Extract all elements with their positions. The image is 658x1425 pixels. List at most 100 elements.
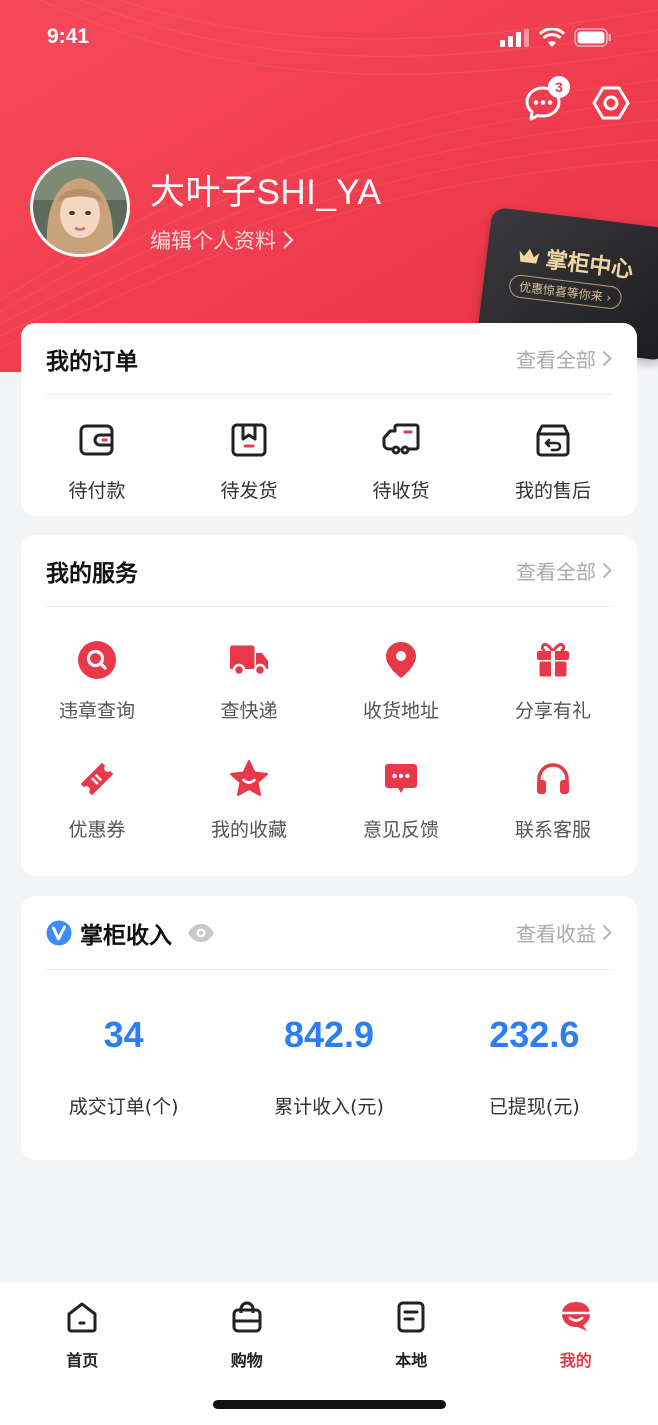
eye-icon[interactable] <box>186 922 216 944</box>
header-actions: 3 <box>524 76 630 122</box>
order-item-pending-shipment[interactable]: 待发货 <box>173 418 325 503</box>
stat-label: 累计收入(元) <box>274 1096 384 1118</box>
order-item-label: 我的售后 <box>514 480 591 502</box>
vip-card-subtitle-text: 优惠惊喜等你来 <box>518 279 604 304</box>
service-track-delivery[interactable]: 查快递 <box>173 638 325 723</box>
home-icon <box>67 1302 97 1333</box>
service-share-gift[interactable]: 分享有礼 <box>477 638 629 723</box>
order-item-pending-receipt[interactable]: 待收货 <box>325 418 477 503</box>
stat-value: 34 <box>103 1014 144 1055</box>
stat-withdrawn[interactable]: 232.6 已提现(元) <box>432 1014 637 1119</box>
service-customer-support[interactable]: 联系客服 <box>477 757 629 842</box>
truck-icon <box>382 423 420 455</box>
bottom-tab-bar: 首页 购物 本地 我的 <box>0 1283 658 1425</box>
stat-label: 成交订单(个) <box>68 1096 179 1118</box>
messages-button[interactable]: 3 <box>524 76 570 122</box>
income-view-earnings-link[interactable]: 查看收益 <box>516 918 612 947</box>
document-icon <box>397 1301 425 1333</box>
status-bar: 9:41 <box>0 0 658 80</box>
avatar[interactable] <box>30 157 130 257</box>
vip-card-title-text: 掌柜中心 <box>544 247 635 284</box>
stat-total-income[interactable]: 842.9 累计收入(元) <box>226 1014 431 1119</box>
search-icon <box>78 641 116 679</box>
orders-card: 我的订单 查看全部 待付款 待发货 待收货 我的售后 <box>21 323 637 516</box>
chevron-right-icon <box>283 231 294 249</box>
service-feedback[interactable]: 意见反馈 <box>325 757 477 842</box>
orders-view-all-label: 查看全部 <box>516 348 596 372</box>
battery-icon <box>574 28 611 47</box>
tab-label: 首页 <box>66 1351 99 1370</box>
feedback-icon <box>385 764 417 793</box>
services-title: 我的服务 <box>46 560 138 587</box>
status-icons <box>500 28 612 47</box>
service-label: 违章查询 <box>58 700 135 722</box>
income-title-group: 掌柜收入 <box>46 916 216 950</box>
service-favorites[interactable]: 我的收藏 <box>173 757 325 842</box>
signal-icon <box>500 28 529 47</box>
service-label: 我的收藏 <box>210 819 287 841</box>
service-label: 收货地址 <box>362 700 439 722</box>
orders-card-header: 我的订单 查看全部 <box>46 323 612 395</box>
profile-icon <box>561 1302 590 1331</box>
home-indicator[interactable] <box>213 1400 446 1409</box>
income-title: 掌柜收入 <box>80 922 172 949</box>
services-grid-row-1: 违章查询 查快递 收货地址 分享有礼 <box>21 638 637 723</box>
settings-hexagon-icon <box>592 86 630 120</box>
edit-profile-link[interactable]: 编辑个人资料 <box>150 225 294 255</box>
tab-home[interactable]: 首页 <box>0 1299 165 1371</box>
service-label: 联系客服 <box>514 819 591 841</box>
delivery-truck-icon <box>230 645 268 677</box>
order-item-label: 待发货 <box>220 480 278 502</box>
order-item-pending-payment[interactable]: 待付款 <box>21 418 173 503</box>
avatar-image <box>33 160 127 254</box>
service-label: 查快递 <box>220 700 278 722</box>
coupon-icon <box>80 762 114 796</box>
tab-profile[interactable]: 我的 <box>494 1299 658 1371</box>
income-card: 掌柜收入 查看收益 34 成交订单(个) 842.9 累计收入(元) 232.6… <box>21 896 637 1160</box>
chevron-right-icon <box>602 350 612 367</box>
orders-view-all-link[interactable]: 查看全部 <box>516 344 612 373</box>
chevron-right-icon <box>602 924 612 941</box>
gift-icon <box>537 643 569 677</box>
service-coupons[interactable]: 优惠券 <box>21 757 173 842</box>
services-grid-row-2: 优惠券 我的收藏 意见反馈 联系客服 <box>21 757 637 842</box>
service-label: 意见反馈 <box>362 819 439 841</box>
location-pin-icon <box>386 642 416 678</box>
wallet-icon <box>79 424 114 456</box>
stat-value: 842.9 <box>283 1014 375 1055</box>
services-card-header: 我的服务 查看全部 <box>46 535 612 607</box>
wifi-icon <box>539 28 565 47</box>
status-time: 9:41 <box>47 25 90 48</box>
crown-icon <box>519 248 540 264</box>
services-view-all-link[interactable]: 查看全部 <box>516 556 612 585</box>
income-stats: 34 成交订单(个) 842.9 累计收入(元) 232.6 已提现(元) <box>21 1014 637 1119</box>
tab-label: 本地 <box>395 1351 428 1370</box>
stat-orders[interactable]: 34 成交订单(个) <box>21 1014 226 1119</box>
income-view-earnings-label: 查看收益 <box>516 922 596 946</box>
verified-v-icon <box>46 920 72 945</box>
tab-local[interactable]: 本地 <box>329 1299 494 1371</box>
chevron-right-icon <box>602 562 612 579</box>
tab-shopping[interactable]: 购物 <box>165 1299 330 1371</box>
message-count-badge: 3 <box>548 76 570 98</box>
package-icon <box>231 423 267 457</box>
service-label: 优惠券 <box>68 819 126 841</box>
order-item-label: 待付款 <box>68 480 126 502</box>
service-violation-query[interactable]: 违章查询 <box>21 638 173 723</box>
order-item-after-sales[interactable]: 我的售后 <box>477 418 629 503</box>
edit-profile-label: 编辑个人资料 <box>150 229 276 253</box>
settings-button[interactable] <box>592 84 630 122</box>
service-label: 分享有礼 <box>514 700 591 722</box>
orders-grid: 待付款 待发货 待收货 我的售后 <box>21 418 637 503</box>
tab-label: 购物 <box>230 1351 263 1370</box>
stat-value: 232.6 <box>489 1014 580 1055</box>
stat-label: 已提现(元) <box>488 1096 580 1118</box>
username: 大叶子SHI_YA <box>150 173 382 212</box>
service-shipping-address[interactable]: 收货地址 <box>325 638 477 723</box>
services-view-all-label: 查看全部 <box>516 560 596 584</box>
tab-label: 我的 <box>559 1351 592 1370</box>
orders-title: 我的订单 <box>46 348 138 375</box>
services-card: 我的服务 查看全部 违章查询 查快递 收货地址 分享有礼 优惠券 我的收藏 意见… <box>21 535 637 876</box>
star-icon <box>230 760 268 796</box>
shopping-bag-icon <box>232 1301 262 1333</box>
